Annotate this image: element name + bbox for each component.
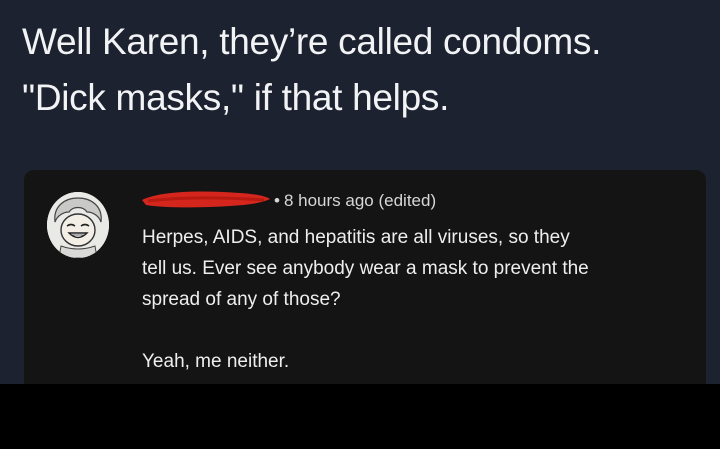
bottom-black-bar xyxy=(0,384,720,449)
comment-timestamp[interactable]: 8 hours ago (edited) xyxy=(284,191,436,210)
comment-line: spread of any of those? xyxy=(142,289,341,310)
comment-closing-line: Yeah, me neither. xyxy=(142,351,290,372)
separator-dot: • xyxy=(274,191,280,210)
redaction-mark xyxy=(140,188,272,210)
post-text: Well Karen, they’re called condoms. "Dic… xyxy=(22,14,702,126)
redaction-scribble-icon xyxy=(142,191,270,208)
post-text-line: "Dick masks," if that helps. xyxy=(22,77,450,118)
comment-body: Herpes, AIDS, and hepatitis are all viru… xyxy=(142,222,687,377)
comment-line: Herpes, AIDS, and hepatitis are all viru… xyxy=(142,227,570,248)
avatar-face-icon xyxy=(47,192,109,258)
avatar[interactable] xyxy=(47,192,109,258)
comment-line: tell us. Ever see anybody wear a mask to… xyxy=(142,258,589,279)
post-text-line: Well Karen, they’re called condoms. xyxy=(22,21,602,62)
comment-meta: • 8 hours ago (edited) xyxy=(274,191,436,211)
